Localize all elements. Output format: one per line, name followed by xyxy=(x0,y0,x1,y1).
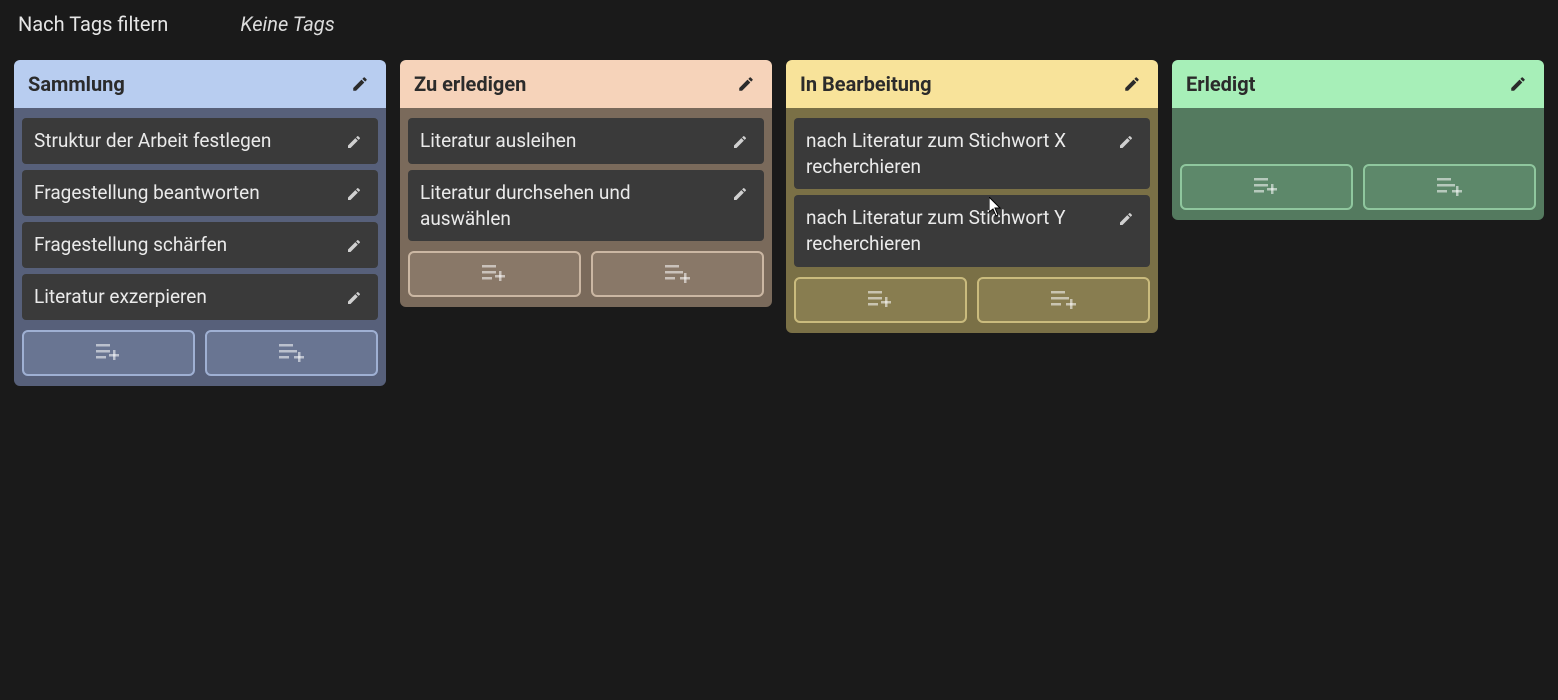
card-text: Literatur exzerpieren xyxy=(34,284,334,310)
pencil-icon[interactable] xyxy=(348,72,372,96)
add-card-button[interactable] xyxy=(22,330,195,376)
column-actions xyxy=(1180,164,1536,210)
card-text: Literatur durchsehen und auswählen xyxy=(420,180,720,231)
add-list-icon xyxy=(279,342,305,364)
column-body xyxy=(1172,108,1544,220)
card[interactable]: Literatur ausleihen xyxy=(408,118,764,164)
add-card-icon xyxy=(868,289,894,311)
card-text: Fragestellung schärfen xyxy=(34,232,334,258)
column-actions xyxy=(794,277,1150,323)
column-title: In Bearbeitung xyxy=(800,72,932,96)
pencil-icon[interactable] xyxy=(1114,207,1138,231)
kanban-board: Sammlung Struktur der Arbeit festlegen F… xyxy=(0,60,1558,386)
column-zu-erledigen: Zu erledigen Literatur ausleihen Literat… xyxy=(400,60,772,307)
add-list-button[interactable] xyxy=(205,330,378,376)
column-erledigt: Erledigt xyxy=(1172,60,1544,220)
pencil-icon[interactable] xyxy=(734,72,758,96)
card[interactable]: nach Literatur zum Stichwort X recherchi… xyxy=(794,118,1150,189)
column-body: Literatur ausleihen Literatur durchsehen… xyxy=(400,108,772,307)
add-list-icon xyxy=(1437,176,1463,198)
column-body: Struktur der Arbeit festlegen Fragestell… xyxy=(14,108,386,386)
add-card-button[interactable] xyxy=(794,277,967,323)
card-text: nach Literatur zum Stichwort X recherchi… xyxy=(806,128,1106,179)
pencil-icon[interactable] xyxy=(728,182,752,206)
pencil-icon[interactable] xyxy=(342,182,366,206)
column-actions xyxy=(22,330,378,376)
column-header: Zu erledigen xyxy=(400,60,772,108)
add-list-button[interactable] xyxy=(1363,164,1536,210)
add-card-icon xyxy=(1254,176,1280,198)
add-card-icon xyxy=(482,263,508,285)
card[interactable]: Fragestellung schärfen xyxy=(22,222,378,268)
filter-label[interactable]: Nach Tags filtern xyxy=(18,12,168,36)
add-card-button[interactable] xyxy=(408,251,581,297)
pencil-icon[interactable] xyxy=(342,234,366,258)
pencil-icon[interactable] xyxy=(1120,72,1144,96)
add-card-icon xyxy=(96,342,122,364)
card[interactable]: Fragestellung beantworten xyxy=(22,170,378,216)
column-header: Erledigt xyxy=(1172,60,1544,108)
add-list-icon xyxy=(1051,289,1077,311)
card-text: nach Literatur zum Stichwort Y recherchi… xyxy=(806,205,1106,256)
card[interactable]: Struktur der Arbeit festlegen xyxy=(22,118,378,164)
column-title: Zu erledigen xyxy=(414,72,526,96)
pencil-icon[interactable] xyxy=(342,286,366,310)
add-list-button[interactable] xyxy=(591,251,764,297)
column-sammlung: Sammlung Struktur der Arbeit festlegen F… xyxy=(14,60,386,386)
card[interactable]: Literatur exzerpieren xyxy=(22,274,378,320)
add-list-icon xyxy=(665,263,691,285)
card[interactable]: Literatur durchsehen und auswählen xyxy=(408,170,764,241)
add-card-button[interactable] xyxy=(1180,164,1353,210)
add-list-button[interactable] xyxy=(977,277,1150,323)
no-tags-label: Keine Tags xyxy=(240,12,334,36)
pencil-icon[interactable] xyxy=(1506,72,1530,96)
card[interactable]: nach Literatur zum Stichwort Y recherchi… xyxy=(794,195,1150,266)
column-header: Sammlung xyxy=(14,60,386,108)
pencil-icon[interactable] xyxy=(342,130,366,154)
column-actions xyxy=(408,251,764,297)
card-text: Literatur ausleihen xyxy=(420,128,720,154)
filter-bar: Nach Tags filtern Keine Tags xyxy=(0,0,1558,60)
card-text: Fragestellung beantworten xyxy=(34,180,334,206)
card-text: Struktur der Arbeit festlegen xyxy=(34,128,334,154)
pencil-icon[interactable] xyxy=(1114,130,1138,154)
column-body: nach Literatur zum Stichwort X recherchi… xyxy=(786,108,1158,333)
pencil-icon[interactable] xyxy=(728,130,752,154)
column-in-bearbeitung: In Bearbeitung nach Literatur zum Stichw… xyxy=(786,60,1158,333)
column-title: Erledigt xyxy=(1186,72,1255,96)
column-header: In Bearbeitung xyxy=(786,60,1158,108)
column-title: Sammlung xyxy=(28,72,125,96)
